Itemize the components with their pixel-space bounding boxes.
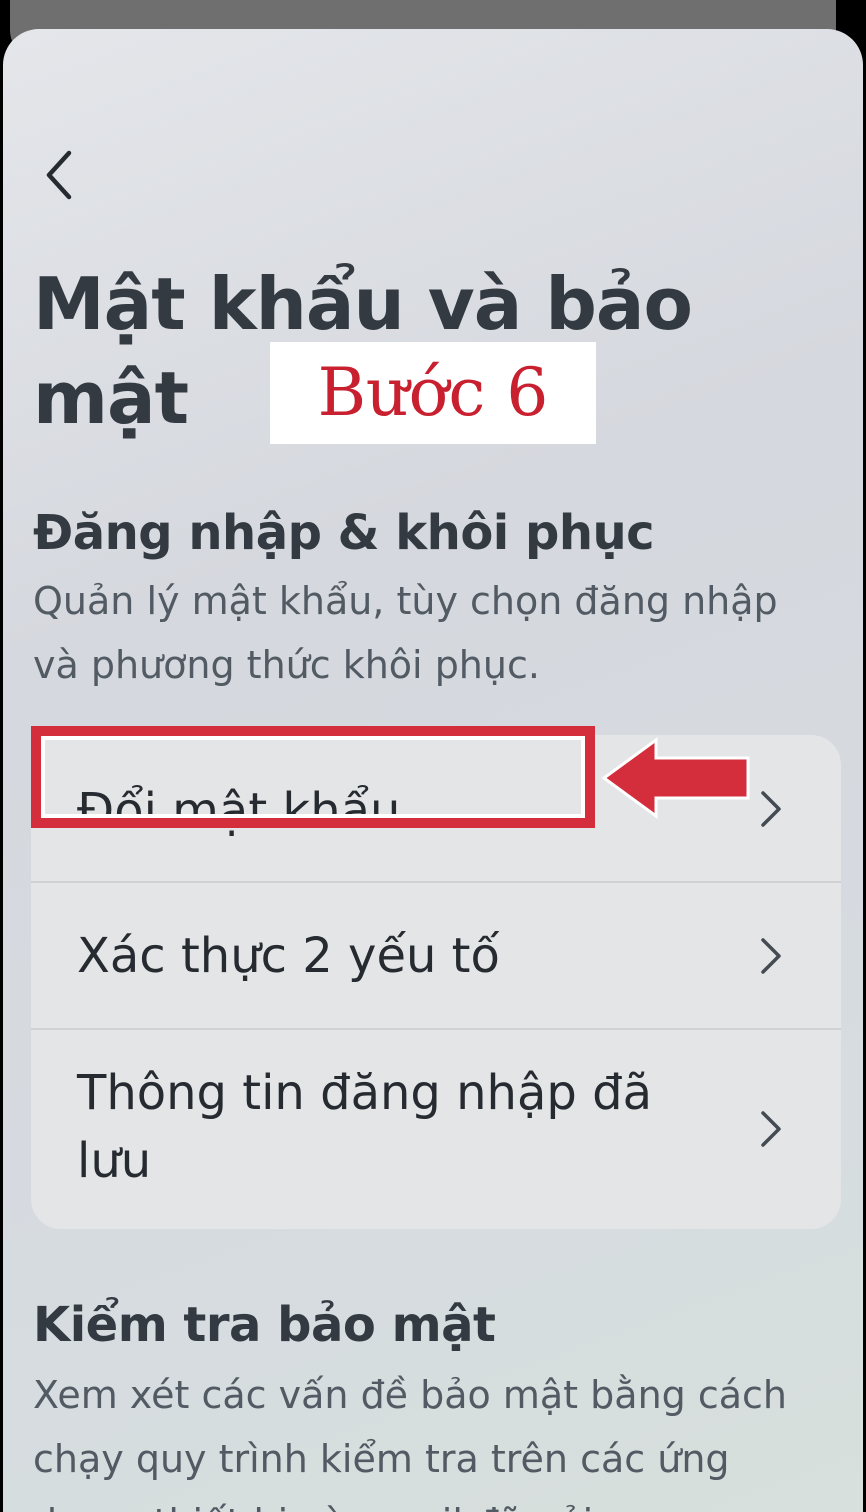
chevron-right-icon xyxy=(761,1111,781,1147)
menu-item-label: Xác thực 2 yếu tố xyxy=(77,928,500,984)
step-label: Bước 6 xyxy=(270,342,596,444)
saved-login-info-item[interactable]: Thông tin đăng nhập đã lưu xyxy=(31,1029,841,1229)
security-check-heading: Kiểm tra bảo mật xyxy=(33,1297,496,1353)
two-factor-auth-item[interactable]: Xác thực 2 yếu tố xyxy=(31,882,841,1028)
login-recovery-heading: Đăng nhập & khôi phục xyxy=(33,505,655,561)
chevron-left-icon xyxy=(46,150,72,200)
security-check-description: Xem xét các vấn đề bảo mật bằng cách chạ… xyxy=(33,1373,788,1512)
back-button[interactable] xyxy=(33,137,85,213)
settings-sheet: Mật khẩu và bảo mật Đăng nhập & khôi phụ… xyxy=(3,29,863,1512)
login-options-card: Đổi mật khẩu Xác thực 2 yếu tố Thông tin… xyxy=(31,735,841,1229)
menu-item-label: Thông tin đăng nhập đã lưu xyxy=(77,1065,652,1189)
chevron-right-icon xyxy=(761,791,781,827)
change-password-item[interactable]: Đổi mật khẩu xyxy=(31,735,841,881)
menu-item-label: Đổi mật khẩu xyxy=(77,783,401,839)
chevron-right-icon xyxy=(761,938,781,974)
login-recovery-description: Quản lý mật khẩu, tùy chọn đăng nhập và … xyxy=(33,579,778,687)
